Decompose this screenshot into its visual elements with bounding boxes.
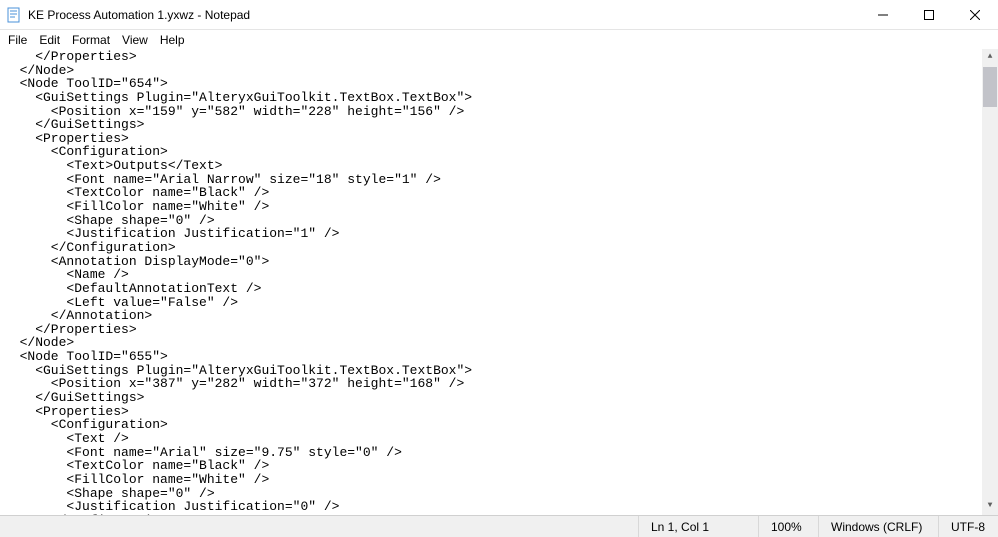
editor-area[interactable]: </Properties> </Node> <Node ToolID="654"… xyxy=(0,49,998,515)
editor-text[interactable]: </Properties> </Node> <Node ToolID="654"… xyxy=(4,49,472,515)
menu-format[interactable]: Format xyxy=(66,32,116,48)
menu-view[interactable]: View xyxy=(116,32,154,48)
maximize-button[interactable] xyxy=(906,0,952,29)
close-button[interactable] xyxy=(952,0,998,29)
scroll-down-arrow-icon[interactable]: ▼ xyxy=(982,498,998,515)
window-title: KE Process Automation 1.yxwz - Notepad xyxy=(28,8,860,22)
vertical-scrollbar[interactable]: ▲ ▼ xyxy=(982,49,998,515)
status-position: Ln 1, Col 1 xyxy=(638,516,758,537)
status-zoom: 100% xyxy=(758,516,818,537)
status-line-ending: Windows (CRLF) xyxy=(818,516,938,537)
notepad-icon xyxy=(6,7,22,23)
window-controls xyxy=(860,0,998,29)
menu-file[interactable]: File xyxy=(2,32,33,48)
statusbar: Ln 1, Col 1 100% Windows (CRLF) UTF-8 xyxy=(0,515,998,537)
scrollbar-thumb[interactable] xyxy=(983,67,997,107)
menubar: File Edit Format View Help xyxy=(0,30,998,49)
menu-edit[interactable]: Edit xyxy=(33,32,66,48)
titlebar: KE Process Automation 1.yxwz - Notepad xyxy=(0,0,998,30)
menu-help[interactable]: Help xyxy=(154,32,191,48)
minimize-button[interactable] xyxy=(860,0,906,29)
status-encoding: UTF-8 xyxy=(938,516,998,537)
scroll-up-arrow-icon[interactable]: ▲ xyxy=(982,49,998,66)
